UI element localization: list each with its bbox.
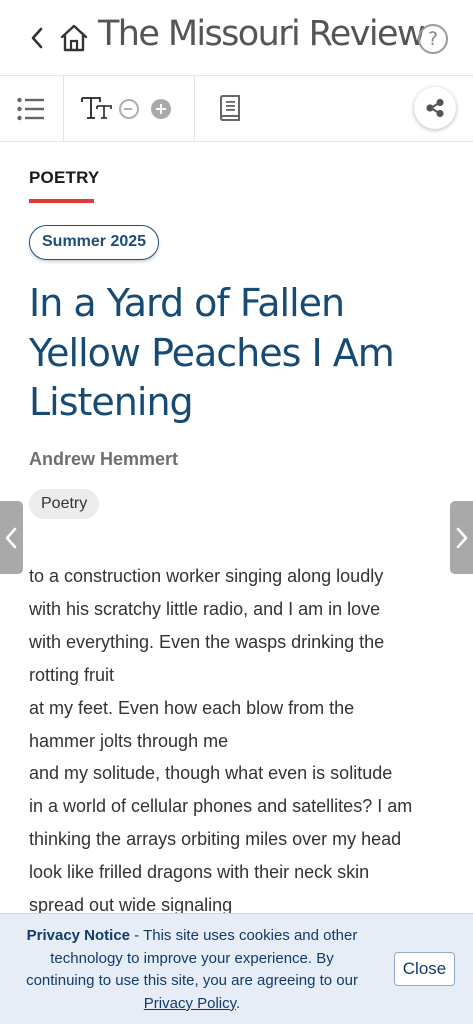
poem-body: to a construction worker singing along l…: [29, 560, 449, 922]
list-icon: [17, 97, 44, 121]
increase-text-size-button[interactable]: [151, 99, 171, 119]
poem-line: hammer jolts through me: [29, 730, 229, 751]
share-button[interactable]: [414, 87, 456, 129]
poem-line: rotting fruit: [29, 664, 115, 685]
poem-line: and my solitude, though what even is sol…: [29, 763, 393, 784]
section-underline: [29, 199, 94, 203]
toolbar-divider: [194, 76, 195, 141]
poem-line: with everything. Even the wasps drinking…: [29, 631, 385, 652]
share-icon: [426, 98, 444, 118]
previous-article-button[interactable]: [0, 501, 23, 574]
help-button[interactable]: ?: [418, 24, 448, 54]
privacy-policy-link[interactable]: Privacy Policy: [144, 995, 236, 1012]
close-privacy-notice-button[interactable]: Close: [394, 952, 455, 986]
poem-line: in a world of cellular phones and satell…: [29, 796, 413, 817]
back-button[interactable]: [26, 24, 50, 52]
poem-line: look like frilled dragons with their nec…: [29, 862, 370, 883]
privacy-notice-text: Privacy Notice - This site uses cookies …: [14, 925, 370, 1015]
top-bar: The Missouri Review ?: [0, 0, 473, 76]
home-button[interactable]: [58, 22, 90, 54]
decrease-text-size-button[interactable]: [119, 99, 139, 119]
section-label[interactable]: POETRY: [29, 168, 99, 188]
text-size-icon: [80, 93, 114, 123]
table-of-contents-button[interactable]: [16, 96, 46, 122]
privacy-notice-period: .: [236, 994, 241, 1012]
next-article-button[interactable]: [450, 501, 473, 574]
article-title: In a Yard of Fallen Yellow Peaches I Am …: [29, 281, 395, 424]
site-logo-title[interactable]: The Missouri Review: [98, 14, 426, 54]
issue-contents-button[interactable]: [218, 94, 242, 122]
poem-line: thinking the arrays orbiting miles over …: [29, 829, 402, 850]
poem-line: with his scratchy little radio, and I am…: [29, 598, 381, 619]
book-icon: [220, 95, 240, 121]
issue-badge[interactable]: Summer 2025: [29, 225, 160, 260]
privacy-notice-banner: Privacy Notice - This site uses cookies …: [0, 913, 473, 1024]
poem-line: at my feet. Even how each blow from the: [29, 697, 355, 718]
chevron-left-icon: [5, 527, 17, 549]
privacy-notice-heading: Privacy Notice: [26, 927, 131, 944]
toolbar-divider: [63, 76, 64, 141]
reader-toolbar: [0, 76, 473, 142]
author-name[interactable]: Andrew Hemmert: [29, 449, 178, 470]
home-icon: [60, 24, 88, 52]
chevron-left-icon: [31, 27, 43, 49]
genre-tag[interactable]: Poetry: [29, 489, 100, 519]
chevron-right-icon: [456, 527, 468, 549]
poem-line: to a construction worker singing along l…: [29, 566, 384, 586]
